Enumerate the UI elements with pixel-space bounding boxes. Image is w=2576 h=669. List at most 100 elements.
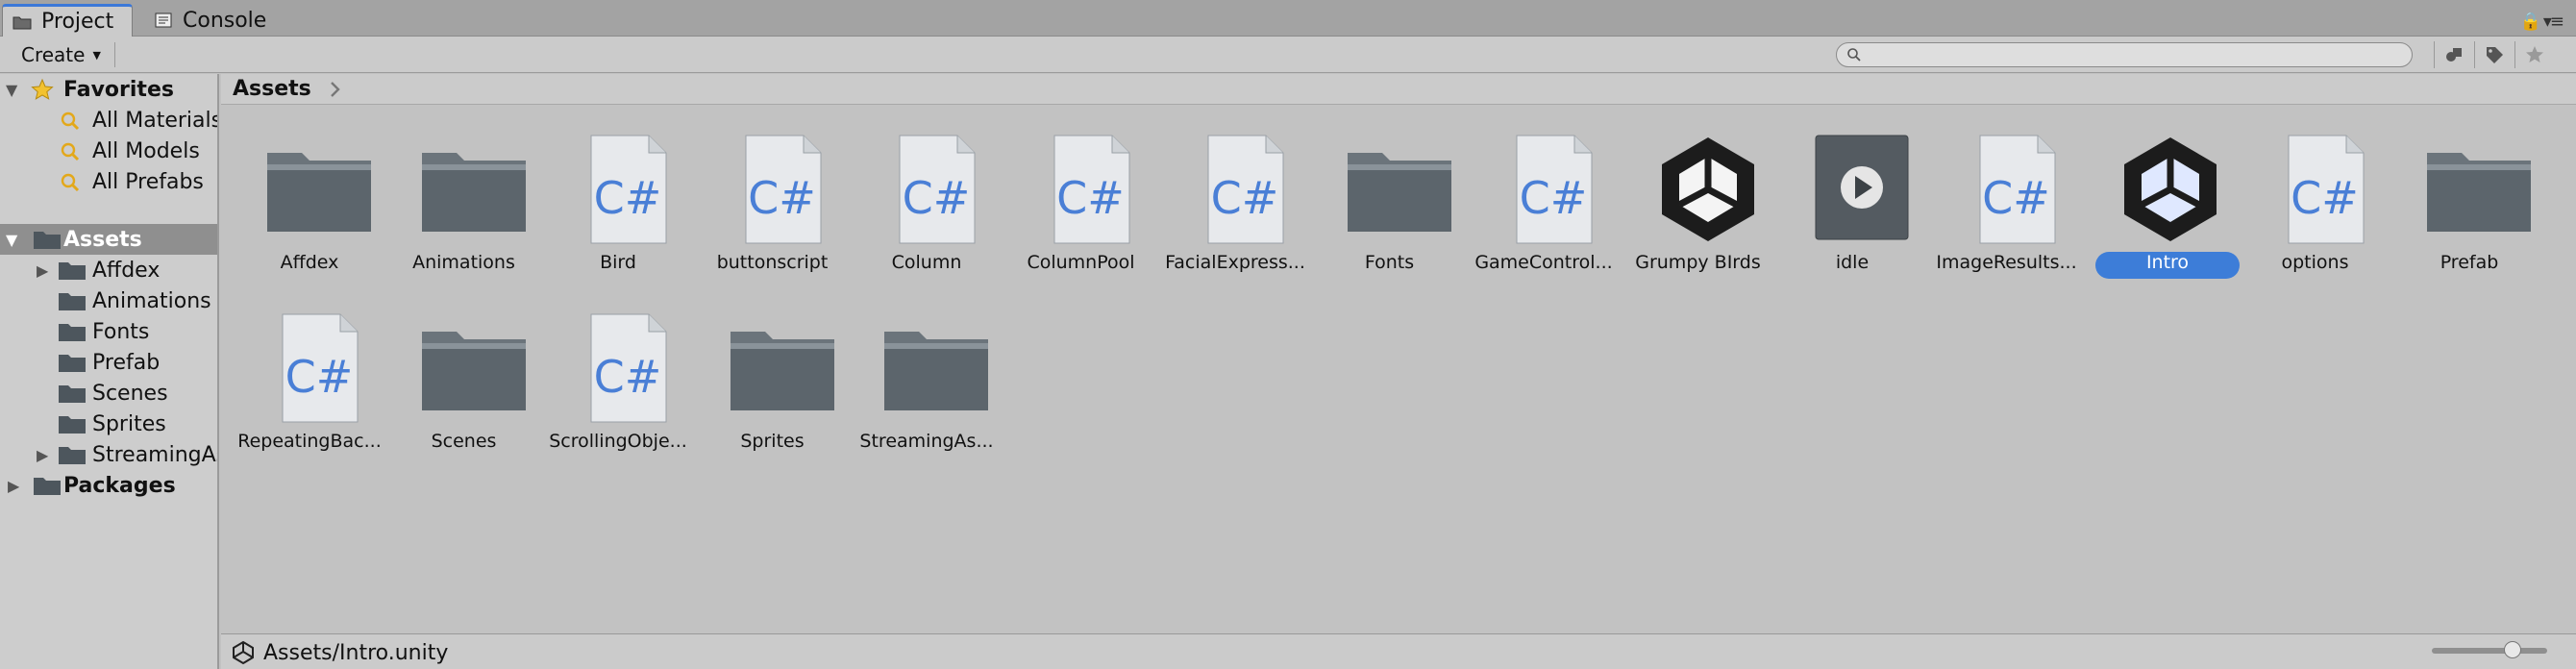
sidebar-item-fonts[interactable]: Fonts xyxy=(0,316,217,347)
search-input[interactable] xyxy=(1870,45,2398,64)
asset-item[interactable]: Prefab xyxy=(2392,114,2546,278)
expand-open-icon: ▼ xyxy=(6,80,18,99)
asset-name: Prefab xyxy=(2440,252,2499,273)
sidebar-item-label: Prefab xyxy=(92,350,161,375)
tab-console[interactable]: Console xyxy=(150,4,294,37)
csharp-glyph: C# xyxy=(1210,172,1279,224)
breadcrumb-assets[interactable]: Assets xyxy=(233,77,311,101)
sidebar-favorite-label: All Prefabs xyxy=(92,169,204,194)
slider-knob[interactable] xyxy=(2504,641,2521,658)
toolbar: Create ▼ xyxy=(0,37,2576,73)
asset-browser: Assets Affdex Animations C# Bird C# buttonscr… xyxy=(221,74,2576,633)
csharp-glyph: C# xyxy=(902,172,971,224)
asset-item[interactable]: C# ImageResults... xyxy=(1930,114,2084,278)
csharp-glyph: C# xyxy=(285,351,354,403)
csharp-glyph: C# xyxy=(1519,172,1588,224)
filter-by-type-button[interactable] xyxy=(2434,41,2472,68)
sidebar-item-affdex[interactable]: ▶ Affdex xyxy=(0,255,217,285)
asset-item[interactable]: C# RepeatingBac... xyxy=(233,293,386,457)
asset-name: Bird xyxy=(600,252,636,273)
asset-item[interactable]: C# FacialExpress... xyxy=(1158,114,1312,278)
folder-icon xyxy=(1342,132,1457,247)
sidebar-item-label: StreamingAs xyxy=(92,442,219,467)
asset-item[interactable]: C# ScrollingObje... xyxy=(541,293,695,457)
sidebar-favorite-label: All Models xyxy=(92,138,200,163)
folder-icon xyxy=(59,385,86,403)
breadcrumb: Assets xyxy=(221,74,2576,105)
asset-grid: Affdex Animations C# Bird C# buttonscript C# Co… xyxy=(221,105,2576,633)
sidebar-favorite-item[interactable]: All Prefabs xyxy=(0,166,217,197)
expand-closed-icon: ▶ xyxy=(37,445,49,464)
sidebar-item-sprites[interactable]: Sprites xyxy=(0,409,217,439)
icon-size-slider[interactable] xyxy=(2432,641,2547,658)
search-field[interactable] xyxy=(1836,42,2413,67)
sidebar-item-prefab[interactable]: Prefab xyxy=(0,347,217,378)
sidebar-favorites[interactable]: ▼ Favorites xyxy=(0,74,217,105)
sidebar-assets[interactable]: ▼ Assets xyxy=(0,224,217,255)
csharp-glyph: C# xyxy=(1056,172,1125,224)
asset-item[interactable]: Sprites xyxy=(696,293,850,457)
asset-name: ScrollingObje... xyxy=(549,431,687,452)
sidebar-favorite-item[interactable]: All Models xyxy=(0,136,217,166)
sidebar-item-scenes[interactable]: Scenes xyxy=(0,378,217,409)
asset-name: idle xyxy=(1835,252,1870,273)
asset-name: Sprites xyxy=(740,431,805,452)
folder-icon xyxy=(59,416,86,434)
asset-item[interactable]: C# Column xyxy=(850,114,1003,278)
filter-by-label-button[interactable] xyxy=(2474,41,2513,68)
tab-strip: Project Console 🔒 ▾≡ xyxy=(0,0,2576,37)
csharp-glyph: C# xyxy=(2291,172,2359,224)
unity-scene-icon xyxy=(1650,132,1766,247)
asset-name: Scenes xyxy=(431,431,497,452)
filter-by-type-icon xyxy=(2445,48,2462,62)
expand-open-icon: ▼ xyxy=(6,230,18,249)
animation-clip-icon xyxy=(1804,132,1920,247)
asset-item[interactable]: Affdex xyxy=(233,114,386,278)
folder-icon xyxy=(59,355,86,372)
asset-item[interactable]: C# GameControl... xyxy=(1467,114,1621,278)
asset-item[interactable]: C# options xyxy=(2239,114,2392,278)
folder-icon xyxy=(59,447,86,464)
csharp-glyph: C# xyxy=(593,351,662,403)
asset-name: ImageResults... xyxy=(1936,252,2077,273)
asset-item[interactable]: Animations xyxy=(387,114,541,278)
sidebar-item-label: Fonts xyxy=(92,319,150,344)
caret-down-icon: ▼ xyxy=(92,48,101,62)
asset-name: Grumpy BIrds xyxy=(1635,252,1761,273)
folder-icon xyxy=(416,310,532,426)
search-icon xyxy=(1847,48,1861,62)
folder-icon xyxy=(416,132,532,247)
folder-icon xyxy=(59,324,86,341)
sidebar-favorite-item[interactable]: All Materials xyxy=(0,105,217,136)
asset-item[interactable]: C# buttonscript xyxy=(696,114,850,278)
project-window: Project Console 🔒 ▾≡ Create ▼ ▼ Favorite… xyxy=(0,0,2576,669)
status-bar: Assets/Intro.unity xyxy=(221,633,2576,669)
asset-item[interactable]: C# ColumnPool xyxy=(1004,114,1158,278)
sidebar-item-animations[interactable]: Animations xyxy=(0,285,217,316)
asset-item[interactable]: Fonts xyxy=(1313,114,1467,278)
asset-item[interactable]: Scenes xyxy=(387,293,541,457)
asset-item[interactable]: idle xyxy=(1775,114,1929,278)
csharp-glyph: C# xyxy=(593,172,662,224)
csharp-glyph: C# xyxy=(1982,172,2050,224)
sidebar-tree: ▼ Favorites All Materials All Models All… xyxy=(0,74,219,669)
asset-item[interactable]: Intro xyxy=(2084,114,2240,279)
tab-project[interactable]: Project xyxy=(2,4,133,37)
sidebar-packages[interactable]: ▶ Packages xyxy=(0,470,217,501)
expand-closed-icon: ▶ xyxy=(8,476,20,495)
asset-name: ColumnPool xyxy=(1027,252,1135,273)
window-menu-icon[interactable]: 🔒 ▾≡ xyxy=(2520,12,2564,32)
favorite-button[interactable] xyxy=(2514,41,2553,68)
favorite-star-icon xyxy=(2525,46,2543,62)
sidebar-packages-label: Packages xyxy=(63,473,176,498)
asset-item[interactable]: C# Bird xyxy=(541,114,695,278)
asset-item[interactable]: StreamingAs... xyxy=(850,293,1003,457)
unity-scene-icon xyxy=(233,640,254,665)
chevron-right-icon xyxy=(330,81,340,97)
folder-icon xyxy=(2421,132,2537,247)
star-icon xyxy=(31,78,54,100)
asset-item[interactable]: Grumpy BIrds xyxy=(1622,114,1775,278)
create-button[interactable]: Create ▼ xyxy=(8,42,115,67)
sidebar-item-streamingassets[interactable]: ▶ StreamingAs xyxy=(0,439,219,470)
asset-name: Animations xyxy=(412,252,515,273)
